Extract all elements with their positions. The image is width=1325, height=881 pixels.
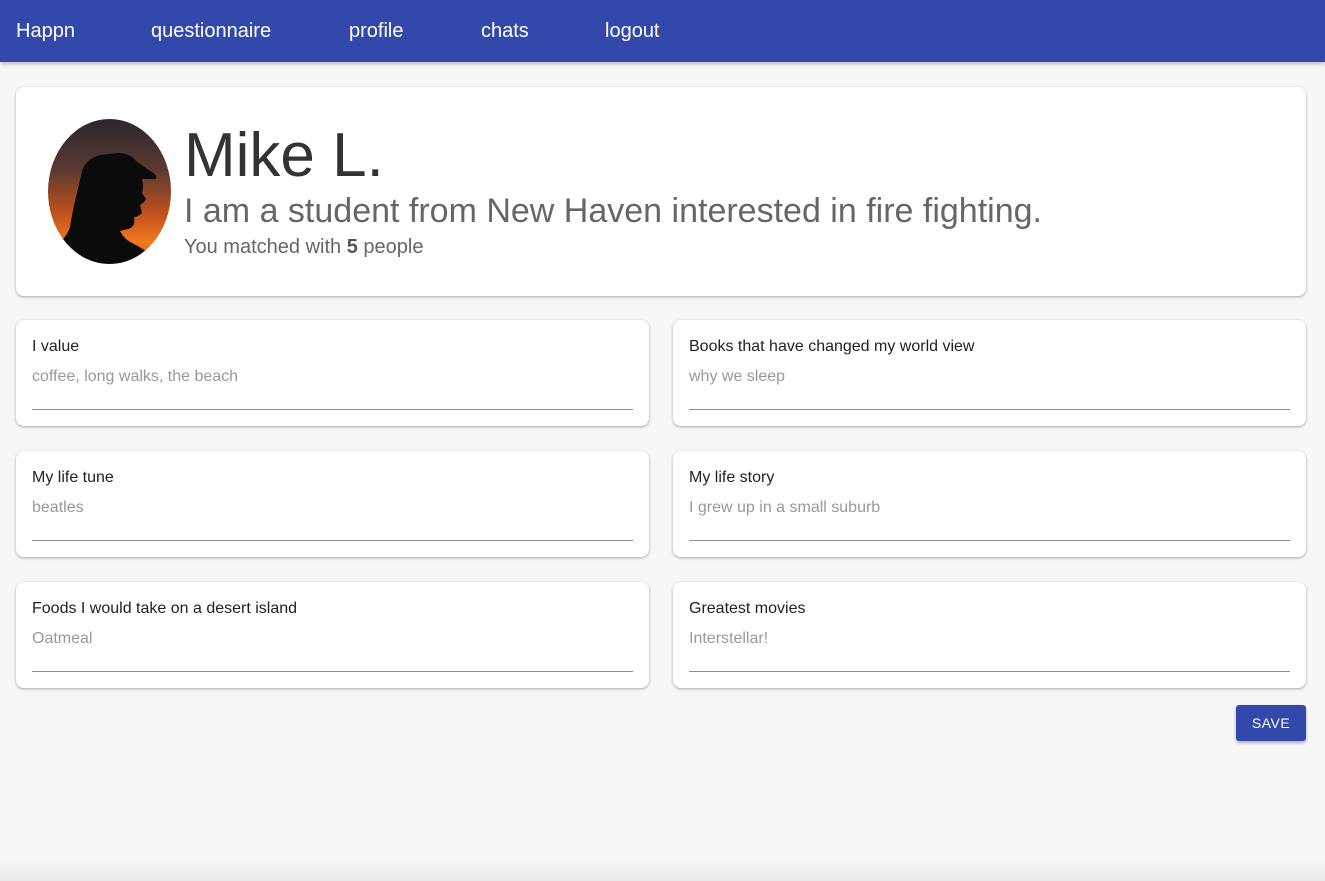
- foods-input[interactable]: Oatmeal: [32, 624, 633, 672]
- field-card-books: Books that have changed my world view wh…: [673, 320, 1306, 426]
- field-value: Oatmeal: [32, 630, 93, 647]
- books-input[interactable]: why we sleep: [689, 362, 1290, 410]
- field-card-foods: Foods I would take on a desert island Oa…: [16, 582, 649, 688]
- nav-chats-link[interactable]: chats: [481, 19, 529, 43]
- nav-profile-link[interactable]: profile: [349, 19, 403, 43]
- profile-header-card: Mike L. I am a student from New Haven in…: [16, 87, 1306, 296]
- brand-logo-link[interactable]: Happn: [16, 19, 75, 43]
- save-button[interactable]: SAVE: [1236, 705, 1306, 741]
- avatar: [48, 119, 171, 264]
- nav-logout-link[interactable]: logout: [605, 19, 660, 43]
- field-value: beatles: [32, 499, 84, 516]
- bottom-shadow: [0, 858, 1325, 881]
- field-value: Interstellar!: [689, 630, 769, 647]
- top-app-bar: Happn questionnaire profile chats logout: [0, 0, 1325, 62]
- field-label: I value: [32, 338, 80, 355]
- life-story-input[interactable]: I grew up in a small suburb: [689, 493, 1290, 541]
- match-count-number: 5: [346, 236, 358, 258]
- nav-questionnaire-link[interactable]: questionnaire: [151, 19, 271, 43]
- match-count-text: You matched with 5 people: [184, 235, 423, 259]
- field-value: coffee, long walks, the beach: [32, 368, 239, 385]
- match-count-suffix: people: [363, 236, 424, 258]
- i-value-input[interactable]: coffee, long walks, the beach: [32, 362, 633, 410]
- life-tune-input[interactable]: beatles: [32, 493, 633, 541]
- user-silhouette-avatar-icon: [48, 119, 171, 264]
- movies-input[interactable]: Interstellar!: [689, 624, 1290, 672]
- field-card-life-story: My life story I grew up in a small subur…: [673, 451, 1306, 557]
- field-card-i-value: I value coffee, long walks, the beach: [16, 320, 649, 426]
- field-label: Greatest movies: [689, 600, 806, 617]
- profile-bio: I am a student from New Haven interested…: [184, 192, 1042, 230]
- profile-name: Mike L.: [184, 121, 384, 190]
- field-label: My life story: [689, 469, 775, 486]
- field-card-movies: Greatest movies Interstellar!: [673, 582, 1306, 688]
- field-label: Books that have changed my world view: [689, 338, 975, 355]
- field-value: why we sleep: [689, 368, 786, 385]
- field-label: My life tune: [32, 469, 114, 486]
- field-label: Foods I would take on a desert island: [32, 600, 298, 617]
- field-card-life-tune: My life tune beatles: [16, 451, 649, 557]
- field-value: I grew up in a small suburb: [689, 499, 881, 516]
- match-count-prefix: You matched with: [184, 236, 342, 258]
